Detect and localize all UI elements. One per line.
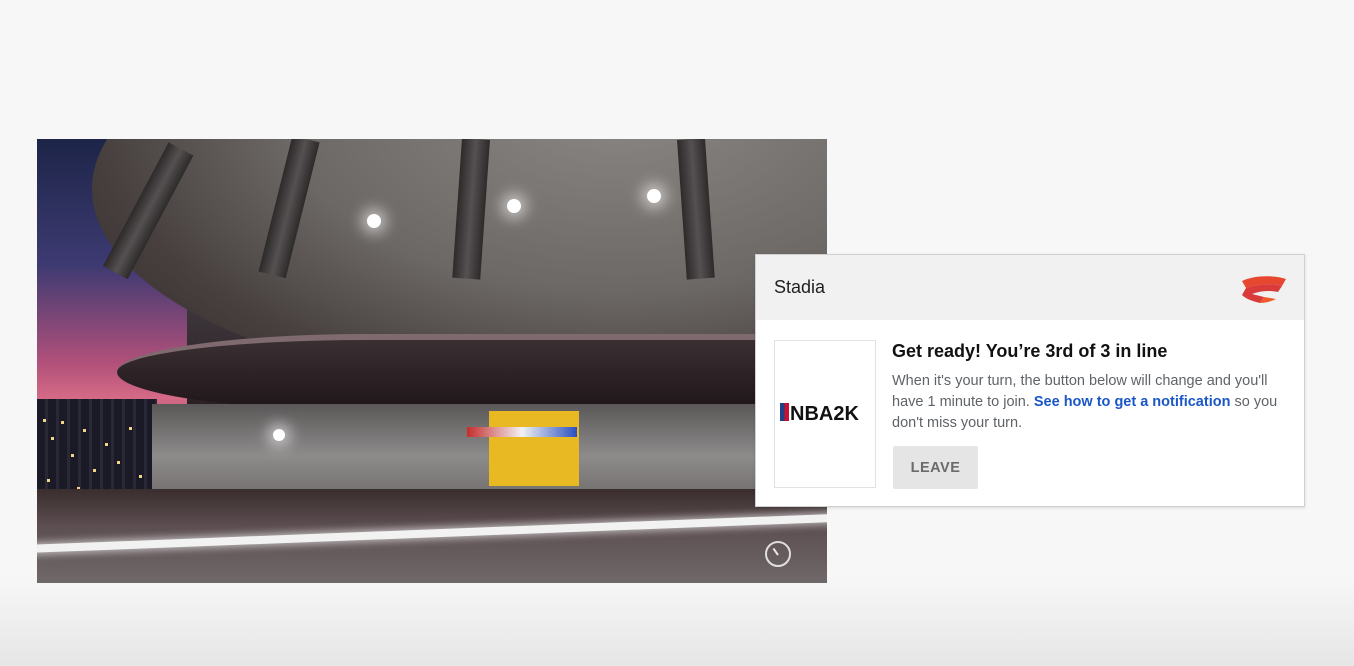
card-header: Stadia — [756, 255, 1304, 320]
arena-light — [647, 189, 661, 203]
queue-description: When it's your turn, the button below wi… — [892, 371, 1287, 434]
game-preview-video — [37, 139, 827, 583]
queue-headline: Get ready! You’re 3rd of 3 in line — [892, 341, 1168, 361]
stadia-logo-icon — [1242, 276, 1286, 303]
timer-icon — [765, 541, 791, 567]
nba2k-logo: NBA2K — [780, 403, 859, 423]
nba2k-logo-text: NBA2K — [790, 403, 859, 423]
arena-light — [507, 199, 521, 213]
notification-help-link[interactable]: See how to get a notification — [1034, 394, 1231, 410]
page-bottom-fade — [0, 576, 1354, 666]
app-title: Stadia — [774, 277, 826, 297]
queue-notification-card: Stadia NBA2K Get ready! You’re 3rd of 3 … — [755, 254, 1305, 507]
game-thumbnail: NBA2K — [774, 340, 876, 488]
arena-light — [367, 214, 381, 228]
arena-ring-band — [117, 334, 827, 410]
arena-banner — [467, 427, 577, 437]
arena-yellow-panel — [489, 411, 579, 486]
leave-button[interactable]: LEAVE — [893, 446, 978, 489]
arena-light — [273, 429, 285, 441]
